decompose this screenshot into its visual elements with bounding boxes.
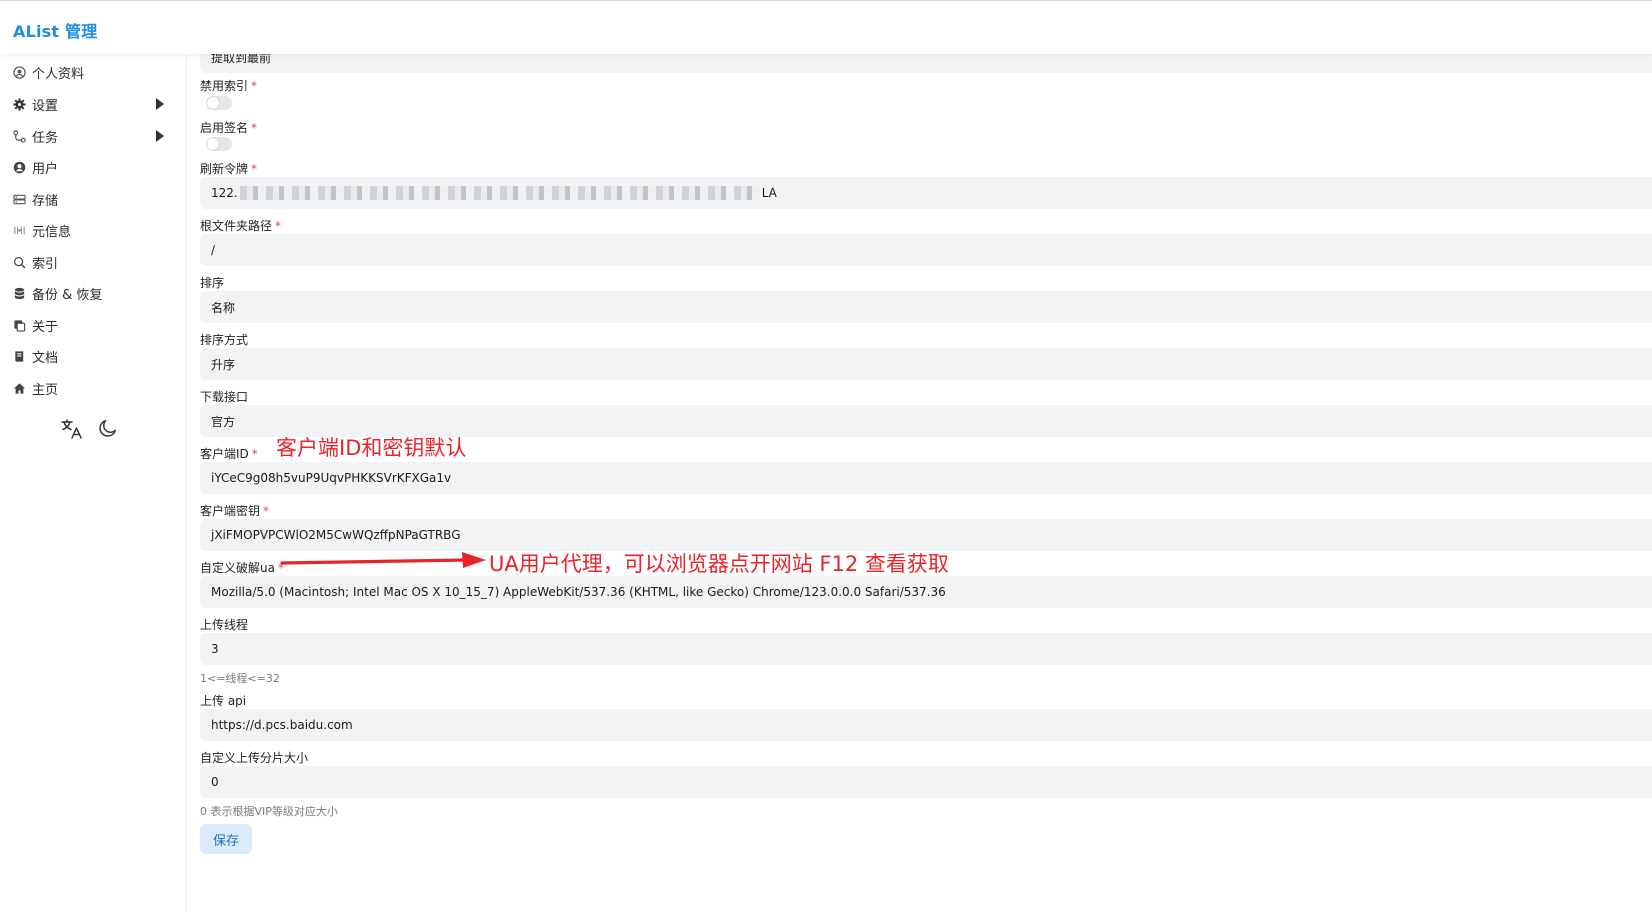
sidebar-item-index[interactable]: 索引	[0, 247, 186, 277]
redacted-token-blur	[239, 186, 760, 200]
disable-index-label: 禁用索引 *	[200, 79, 258, 93]
sidebar-item-meta[interactable]: 元信息	[0, 215, 186, 245]
book-icon	[12, 349, 26, 363]
sidebar-item-label: 任务	[32, 130, 59, 146]
client-secret-label: 客户端密钥 *	[200, 504, 270, 518]
upload-slice-size-input[interactable]: 0	[200, 766, 1652, 798]
sidebar-item-label: 元信息	[32, 224, 72, 240]
storage-icon	[12, 192, 26, 206]
sidebar-item-label: 个人资料	[32, 66, 85, 82]
order-by-label: 排序	[200, 276, 225, 290]
client-id-label: 客户端ID *	[200, 447, 258, 461]
sidebar-item-profile[interactable]: 个人资料	[0, 57, 186, 87]
upload-slice-size-helper: 0 表示根据VIP等级对应大小	[200, 805, 338, 818]
refresh-token-input[interactable]: 122. LA	[200, 177, 1652, 209]
meta-icon	[12, 223, 26, 237]
sidebar-item-label: 主页	[32, 382, 59, 398]
disable-index-switch[interactable]	[206, 96, 232, 110]
annotation-arrow	[280, 552, 486, 568]
copy-icon	[12, 318, 26, 332]
download-api-label: 下载接口	[200, 390, 249, 404]
order-direction-label: 排序方式	[200, 333, 249, 347]
custom-crack-ua-label: 自定义破解ua *	[200, 561, 284, 575]
sidebar-item-label: 关于	[32, 319, 59, 335]
order-by-select[interactable]: 名称	[200, 291, 1652, 323]
chevron-right-icon	[156, 98, 164, 110]
sidebar-item-tasks[interactable]: 任务	[0, 121, 186, 151]
task-flow-icon	[12, 129, 26, 143]
upload-api-input[interactable]: https://d.pcs.baidu.com	[200, 709, 1652, 741]
order-direction-select[interactable]: 升序	[200, 348, 1652, 380]
sidebar-item-label: 设置	[32, 98, 59, 114]
sidebar-item-settings[interactable]: 设置	[0, 89, 186, 119]
sidebar-item-about[interactable]: 关于	[0, 310, 186, 340]
annotation-ua-note: UA用户代理，可以浏览器点开网站 F12 查看获取	[489, 552, 949, 576]
upload-thread-label: 上传线程	[200, 618, 249, 632]
sidebar-item-users[interactable]: 用户	[0, 152, 186, 182]
sidebar-item-docs[interactable]: 文档	[0, 341, 186, 371]
app-title[interactable]: AList 管理	[13, 18, 97, 42]
user-icon	[12, 160, 26, 174]
upload-thread-helper: 1<=线程<=32	[200, 672, 280, 685]
refresh-token-label: 刷新令牌 *	[200, 162, 258, 176]
upload-api-label: 上传 api	[200, 694, 247, 708]
annotation-client-note: 客户端ID和密钥默认	[276, 436, 467, 460]
home-icon	[12, 381, 26, 395]
root-folder-path-input[interactable]: /	[200, 234, 1652, 266]
enable-sign-switch[interactable]	[206, 137, 232, 151]
sidebar: 个人资料 设置 任务 用户 存储 元信息 索引 备份 & 恢复 关于 文档 主页	[0, 53, 187, 912]
sidebar-item-label: 存储	[32, 193, 59, 209]
sidebar-item-storage[interactable]: 存储	[0, 184, 186, 214]
storage-edit-form: 提取到最前 禁用索引 * 启用签名 * 刷新令牌 * 122. LA 根文件夹路径 * /…	[190, 53, 1652, 912]
upload-thread-input[interactable]: 3	[200, 633, 1652, 665]
upload-slice-size-label: 自定义上传分片大小	[200, 751, 309, 765]
translate-icon[interactable]	[60, 417, 84, 445]
top-bar: AList 管理	[0, 0, 1652, 54]
database-icon	[12, 286, 26, 300]
sidebar-item-label: 索引	[32, 256, 59, 272]
search-icon	[12, 255, 26, 269]
user-circle-icon	[12, 65, 26, 79]
sidebar-item-label: 用户	[32, 161, 59, 177]
sidebar-item-home[interactable]: 主页	[0, 373, 186, 403]
top-select-field[interactable]: 提取到最前	[200, 53, 1652, 73]
gear-icon	[12, 97, 26, 111]
enable-sign-label: 启用签名 *	[200, 121, 258, 135]
root-folder-path-label: 根文件夹路径 *	[200, 219, 282, 233]
client-secret-input[interactable]: jXiFMOPVPCWlO2M5CwWQzffpNPaGTRBG	[200, 519, 1652, 551]
sidebar-item-label: 备份 & 恢复	[32, 287, 103, 303]
custom-crack-ua-input[interactable]: Mozilla/5.0 (Macintosh; Intel Mac OS X 1…	[200, 576, 1652, 608]
chevron-right-icon	[156, 130, 164, 142]
sidebar-item-label: 文档	[32, 350, 59, 366]
client-id-input[interactable]: iYCeC9g08h5vuP9UqvPHKKSVrKFXGa1v	[200, 462, 1652, 494]
save-button[interactable]: 保存	[200, 824, 252, 854]
sidebar-item-backup-restore[interactable]: 备份 & 恢复	[0, 278, 186, 308]
moon-icon[interactable]	[97, 417, 119, 443]
